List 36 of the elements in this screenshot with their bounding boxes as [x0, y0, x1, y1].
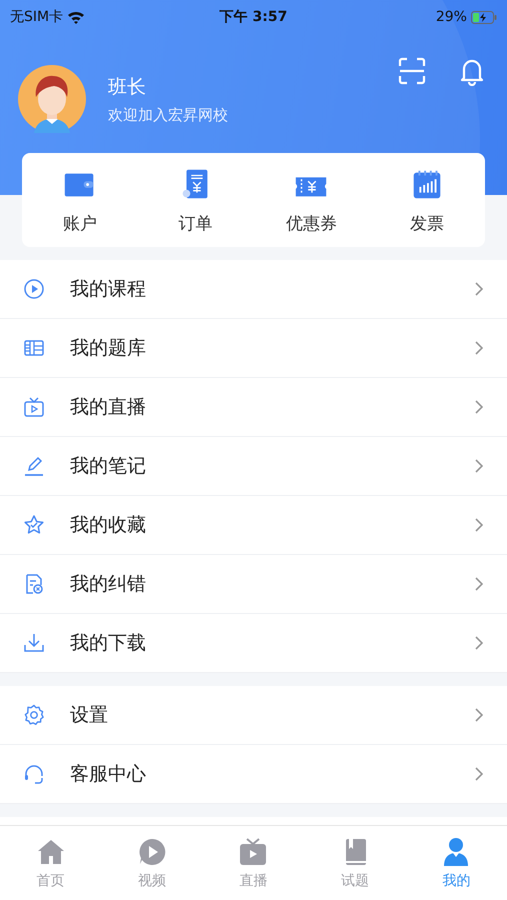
- menu-item[interactable]: 我的笔记: [0, 437, 507, 496]
- shortcut-label[interactable]: 订单: [178, 212, 213, 234]
- menu-item[interactable]: 客服中心: [0, 745, 507, 804]
- pen-icon: [22, 454, 46, 478]
- tv-icon: [22, 395, 46, 419]
- chevron-icon: [473, 635, 485, 651]
- shortcut-label[interactable]: 账户: [62, 212, 97, 234]
- chevron-icon: [473, 458, 485, 474]
- menu-item[interactable]: 我的收藏: [0, 496, 507, 555]
- battery-icon: [470, 10, 497, 24]
- chevron-icon: [473, 399, 485, 415]
- shortcut-label[interactable]: 优惠券: [286, 212, 337, 234]
- menu-item[interactable]: 我的题库: [0, 319, 507, 378]
- chevron-icon: [473, 281, 485, 297]
- wifi-icon: [67, 10, 86, 24]
- chevron-icon: [473, 766, 485, 782]
- scan-icon[interactable]: [397, 56, 427, 86]
- user-name: 班长: [108, 74, 147, 100]
- menu-item[interactable]: 我的下载: [0, 614, 507, 673]
- chevron-icon: [473, 340, 485, 356]
- shortcut-label[interactable]: 发票: [410, 212, 444, 234]
- play-icon: [22, 277, 46, 301]
- chevron-icon: [473, 576, 485, 592]
- download-icon: [22, 631, 46, 655]
- carrier-label: 无SIM卡: [10, 8, 64, 26]
- clock: 下午 3:57: [220, 8, 288, 26]
- menu-item[interactable]: 我的课程: [0, 260, 507, 319]
- battery-percent: 29%: [436, 9, 467, 25]
- welcome-text: 欢迎加入宏昇网校: [108, 106, 229, 124]
- chevron-icon: [473, 707, 485, 723]
- chevron-icon: [473, 517, 485, 533]
- menu-item[interactable]: 设置: [0, 686, 507, 745]
- menu-item[interactable]: 我的纠错: [0, 555, 507, 614]
- gear-icon: [22, 703, 46, 727]
- avatar[interactable]: [18, 65, 86, 133]
- menu-item[interactable]: 我的直播: [0, 378, 507, 437]
